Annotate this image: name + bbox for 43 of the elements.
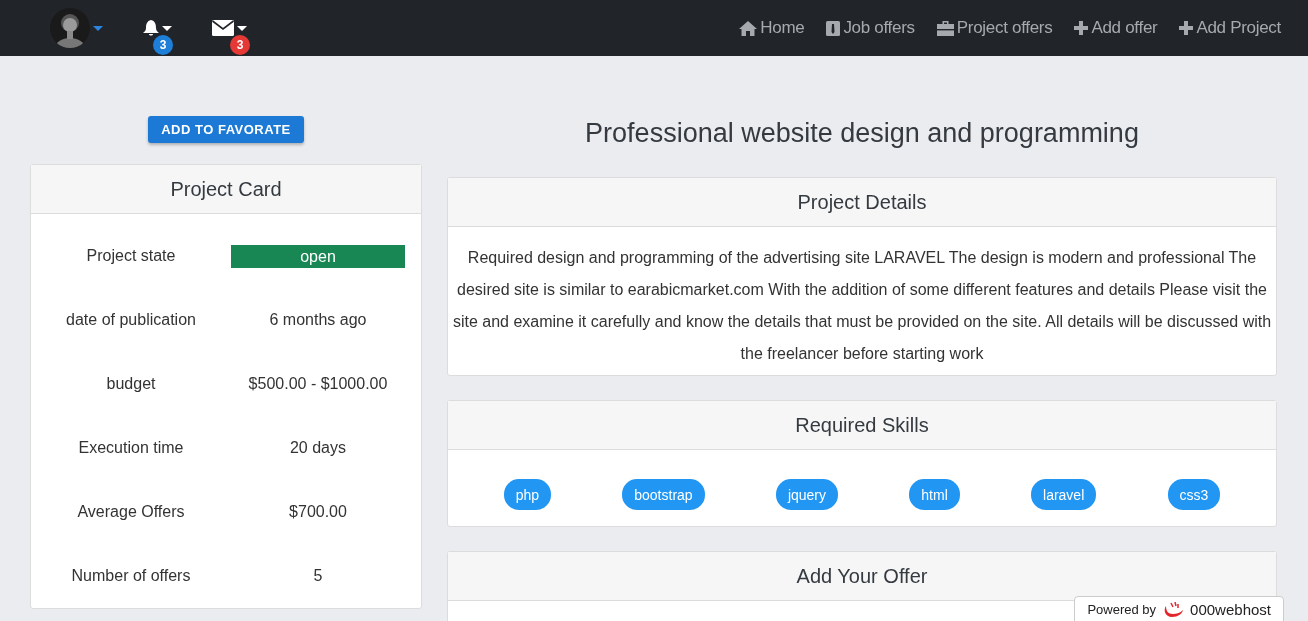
field-value: $700.00 (288, 503, 348, 521)
skill-tag[interactable]: php (503, 479, 551, 510)
plus-icon (1074, 21, 1089, 35)
card-header: Project Details (448, 178, 1276, 227)
badge-text: Powered by (1087, 602, 1157, 617)
add-to-favorite-button[interactable]: ADD TO FAVORATE (148, 116, 304, 143)
brand-text: 000webhost (1190, 601, 1271, 618)
field-value: 5 (312, 567, 324, 585)
status-badge: open (231, 244, 405, 268)
nav-link[interactable]: Job offers (826, 18, 915, 38)
swirl-icon (1162, 601, 1185, 618)
skill-tag[interactable]: bootstrap (622, 479, 705, 510)
envelope-icon[interactable] (212, 20, 234, 36)
card-header: Project Card (31, 165, 421, 214)
field-label: Number of offers (70, 567, 192, 585)
nav-link[interactable]: Home (739, 18, 805, 38)
skill-tag[interactable]: html (909, 479, 960, 510)
id-card-icon (826, 20, 841, 36)
field-label: Project state (85, 247, 177, 265)
message-badge: 3 (230, 35, 250, 55)
nav-link[interactable]: Add Project (1179, 18, 1281, 38)
skill-tag[interactable]: css3 (1167, 479, 1221, 510)
nav-link[interactable]: Add offer (1074, 18, 1158, 38)
skill-tag[interactable]: laravel (1031, 479, 1097, 510)
card-header: Required Skills (448, 401, 1276, 450)
field-label: budget (105, 375, 157, 393)
briefcase-icon (936, 20, 954, 36)
field-label: Execution time (77, 439, 185, 457)
field-value: $500.00 - $1000.00 (247, 375, 389, 393)
plus-icon (1179, 21, 1194, 35)
description-text: Required design and programming of the advertising site LARAVEL The design is modern and professional The desired site is similar to earabicmarket.com With the addition of some different features and details Please visit the site and examine it carefully and know the details that must be provided on the site. All details will be discussed with the freelancer before starting work (451, 248, 1273, 364)
home-icon (739, 20, 758, 36)
field-value: 20 days (288, 439, 347, 457)
field-label: date of publication (65, 311, 197, 329)
nav-link[interactable]: Project offers (936, 18, 1053, 38)
skill-tag[interactable]: jquery (775, 479, 839, 510)
field-label: Average Offers (76, 503, 186, 521)
card-header: Add Your Offer (448, 552, 1276, 601)
field-value: 6 months ago (268, 311, 368, 329)
bell-icon[interactable] (143, 19, 159, 37)
page-title: Professional website design and programming (584, 117, 1140, 149)
hosting-badge[interactable]: Powered by 000webhost (1074, 596, 1284, 621)
notification-badge: 3 (153, 34, 173, 55)
